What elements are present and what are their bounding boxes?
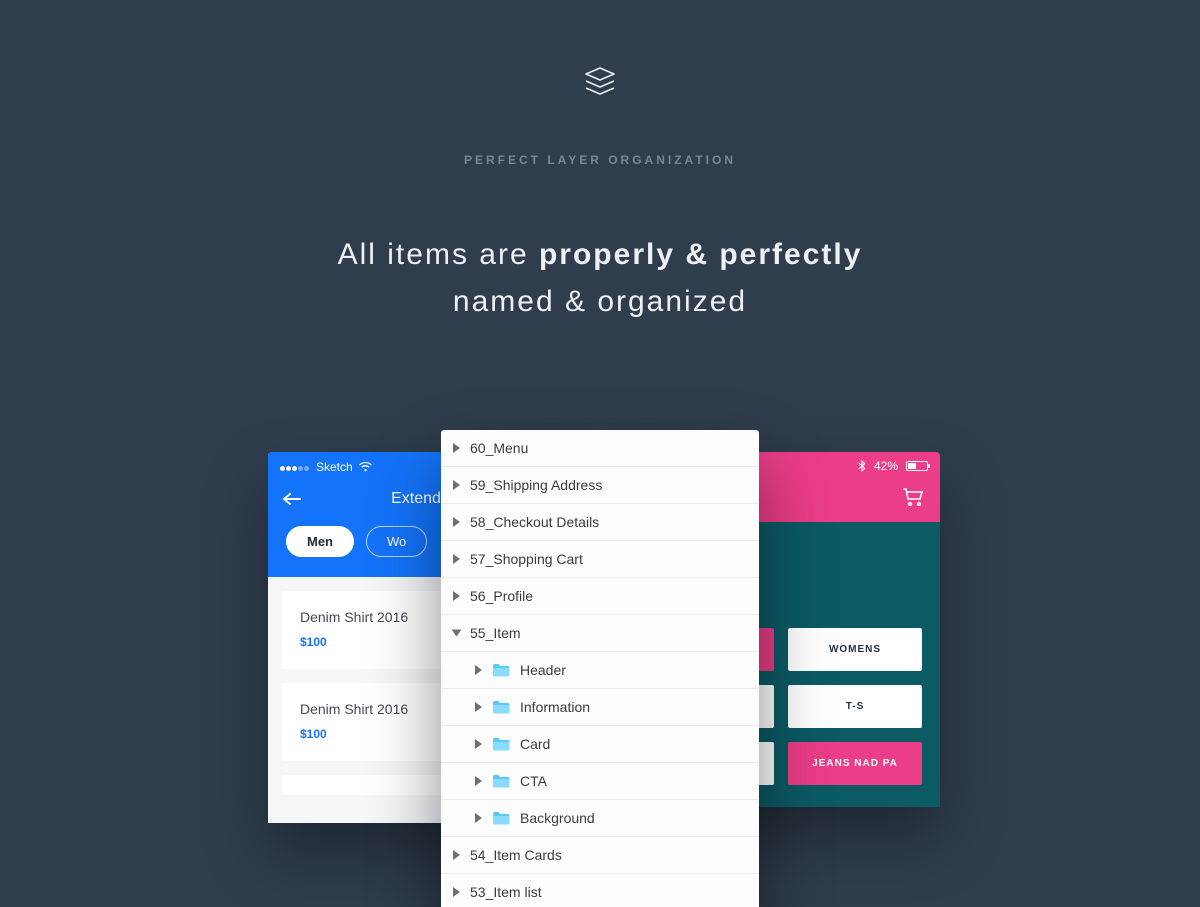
bluetooth-icon	[858, 460, 866, 472]
tab-women[interactable]: Wo	[366, 526, 427, 557]
disclosure-right-icon[interactable]	[475, 665, 482, 675]
layers-logo-icon	[0, 0, 1200, 98]
tab-men[interactable]: Men	[286, 526, 354, 557]
layers-panel: 60_Menu 59_Shipping Address 58_Checkout De…	[441, 430, 759, 907]
layer-label: Information	[520, 699, 590, 715]
layer-label: 59_Shipping Address	[470, 477, 602, 493]
folder-icon	[492, 811, 510, 825]
disclosure-right-icon[interactable]	[475, 739, 482, 749]
headline-post: named & organized	[453, 285, 747, 318]
folder-icon	[492, 737, 510, 751]
layer-label: 57_Shopping Cart	[470, 551, 583, 567]
layer-label: Card	[520, 736, 550, 752]
layer-label: 54_Item Cards	[470, 847, 562, 863]
layer-row[interactable]: 59_Shipping Address	[441, 467, 759, 504]
layer-row[interactable]: 53_Item list	[441, 874, 759, 907]
disclosure-down-icon[interactable]	[452, 630, 462, 637]
layer-label: 60_Menu	[470, 440, 528, 456]
layer-label: 55_Item	[470, 625, 521, 641]
layer-row[interactable]: 57_Shopping Cart	[441, 541, 759, 578]
layer-row[interactable]: 54_Item Cards	[441, 837, 759, 874]
kicker-text: PERFECT LAYER ORGANIZATION	[0, 153, 1200, 167]
headline: All items are properly & perfectly named…	[0, 232, 1200, 325]
layer-row[interactable]: Header	[441, 652, 759, 689]
headline-bold: properly & perfectly	[539, 238, 862, 271]
disclosure-right-icon[interactable]	[453, 517, 460, 527]
layer-row[interactable]: CTA	[441, 763, 759, 800]
layer-row[interactable]: 58_Checkout Details	[441, 504, 759, 541]
disclosure-right-icon[interactable]	[453, 591, 460, 601]
layer-label: 58_Checkout Details	[470, 514, 599, 530]
battery-icon	[906, 461, 928, 471]
signal-dots-icon	[280, 460, 310, 474]
battery-percent: 42%	[874, 459, 898, 473]
disclosure-right-icon[interactable]	[475, 813, 482, 823]
folder-icon	[492, 663, 510, 677]
cart-icon[interactable]	[902, 488, 924, 506]
carrier-label: Sketch	[316, 460, 353, 474]
layer-row[interactable]: 60_Menu	[441, 430, 759, 467]
layer-label: 53_Item list	[470, 884, 542, 900]
layer-row[interactable]: 56_Profile	[441, 578, 759, 615]
category-tile[interactable]: T-S	[788, 685, 922, 728]
layer-label: Background	[520, 810, 595, 826]
disclosure-right-icon[interactable]	[453, 887, 460, 897]
layer-label: 56_Profile	[470, 588, 533, 604]
folder-icon	[492, 774, 510, 788]
layer-row[interactable]: Background	[441, 800, 759, 837]
disclosure-right-icon[interactable]	[453, 554, 460, 564]
layer-row[interactable]: Information	[441, 689, 759, 726]
layer-row[interactable]: 55_Item	[441, 615, 759, 652]
disclosure-right-icon[interactable]	[453, 480, 460, 490]
layer-label: Header	[520, 662, 566, 678]
disclosure-right-icon[interactable]	[475, 702, 482, 712]
wifi-icon	[359, 462, 372, 472]
disclosure-right-icon[interactable]	[453, 850, 460, 860]
headline-pre: All items are	[338, 238, 539, 271]
layer-row[interactable]: Card	[441, 726, 759, 763]
folder-icon	[492, 700, 510, 714]
category-tile[interactable]: WOMENS	[788, 628, 922, 671]
layer-label: CTA	[520, 773, 547, 789]
category-tile[interactable]: JEANS NAD PA	[788, 742, 922, 785]
disclosure-right-icon[interactable]	[453, 443, 460, 453]
disclosure-right-icon[interactable]	[475, 776, 482, 786]
